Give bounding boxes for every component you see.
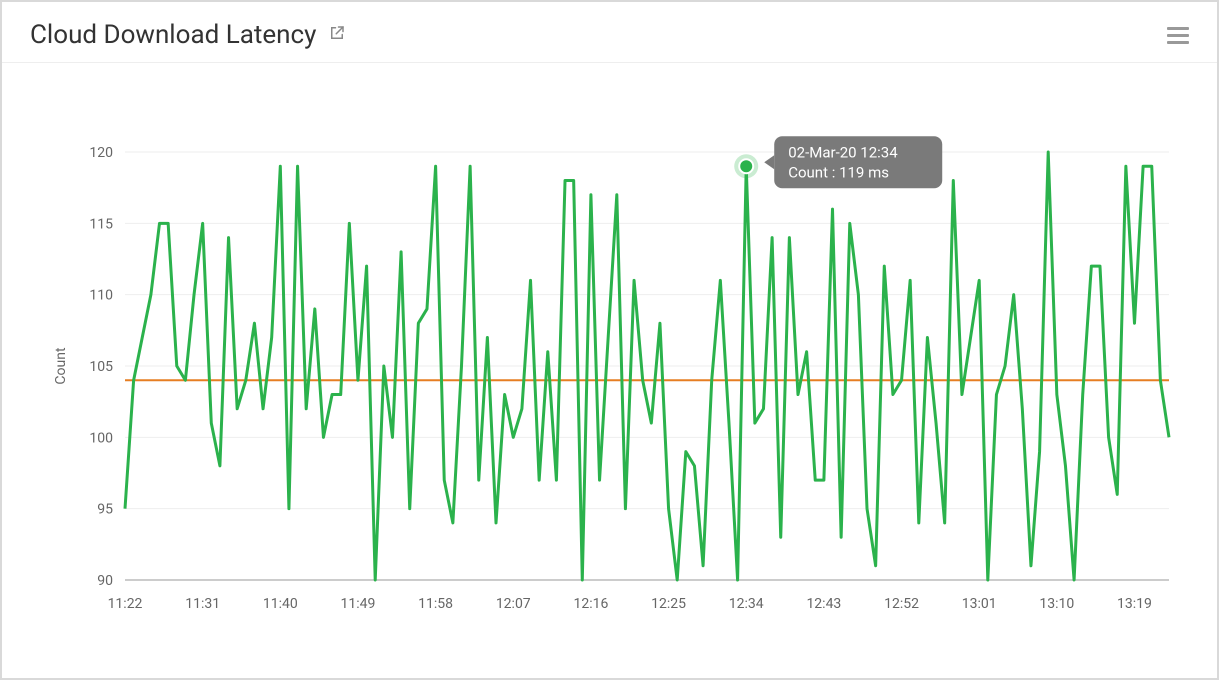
x-tick-label: 11:22 (108, 596, 143, 612)
chart-area[interactable]: 90 95 100 105 110 115 120 11:22 11:31 11:40 11:49 1… (30, 82, 1189, 650)
panel-header: Cloud Download Latency (2, 2, 1217, 63)
popout-icon[interactable] (328, 24, 346, 46)
line-chart[interactable]: 90 95 100 105 110 115 120 11:22 11:31 11:40 11:49 1… (30, 82, 1189, 650)
y-tick-label: 115 (89, 216, 113, 232)
x-tick-label: 13:01 (962, 596, 997, 612)
y-tick-label: 105 (89, 359, 113, 375)
y-tick-label: 100 (89, 430, 113, 446)
x-tick-label: 12:25 (651, 596, 686, 612)
x-tick-label: 12:07 (496, 596, 531, 612)
x-tick-label: 11:58 (418, 596, 453, 612)
y-tick-label: 95 (97, 502, 113, 518)
panel-header-left: Cloud Download Latency (30, 20, 346, 50)
y-tick-label: 110 (89, 288, 113, 304)
x-tick-label: 12:34 (729, 596, 764, 612)
y-axis-label: Count (53, 347, 69, 385)
x-tick-label: 11:49 (341, 596, 376, 612)
x-tick-label: 12:52 (884, 596, 919, 612)
y-tick-label: 120 (89, 145, 113, 161)
x-tick-label: 11:31 (185, 596, 220, 612)
chart-panel: Cloud Download Latency 90 95 100 105 110 115 1… (0, 0, 1219, 680)
tooltip-line2: Count : 119 ms (788, 163, 889, 181)
tooltip-line1: 02-Mar-20 12:34 (788, 143, 898, 161)
x-tick-label: 11:40 (263, 596, 298, 612)
hamburger-menu-icon[interactable] (1167, 27, 1189, 44)
panel-title: Cloud Download Latency (30, 20, 316, 50)
y-tick-label: 90 (97, 573, 113, 589)
x-tick-label: 13:19 (1117, 596, 1152, 612)
x-tick-label: 13:10 (1039, 596, 1074, 612)
tooltip-pointer (764, 155, 774, 169)
x-tick-label: 12:16 (573, 596, 608, 612)
x-tick-label: 12:43 (806, 596, 841, 612)
hover-point (739, 159, 753, 173)
